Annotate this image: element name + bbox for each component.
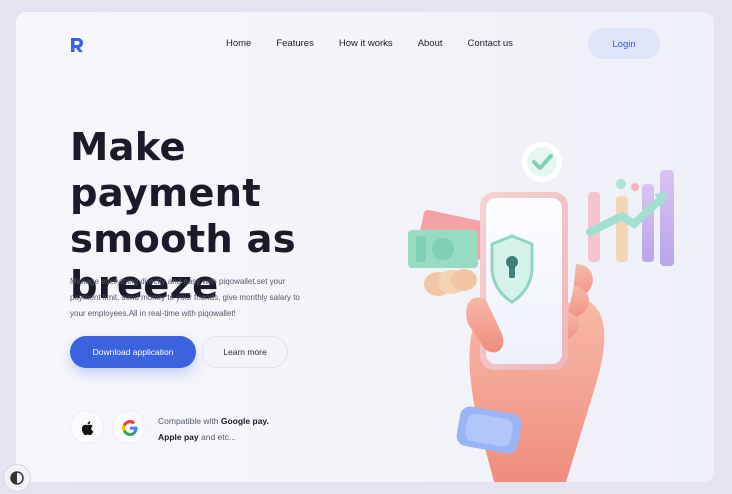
nav-item-features[interactable]: Features: [276, 38, 314, 49]
nav-item-home[interactable]: Home: [226, 38, 251, 49]
headline-line: smooth as: [70, 217, 296, 262]
nav-item-about[interactable]: About: [418, 38, 443, 49]
google-store-badge[interactable]: [112, 410, 146, 444]
compat-app-1: Google pay.: [220, 416, 269, 426]
checkmark-icon: [522, 142, 562, 182]
hero-description: Manage everything directly and easy with…: [70, 274, 340, 322]
google-icon: [122, 420, 138, 436]
compatibility-text: Compatible with Google pay. Apple pay an…: [158, 413, 269, 445]
coins-icon: [424, 269, 477, 296]
description-line: Manage everything directly and easy with…: [70, 277, 286, 286]
hero-illustration: [408, 142, 674, 482]
learn-more-button[interactable]: Learn more: [202, 336, 288, 368]
apple-icon: [81, 421, 94, 436]
description-line: your employees.All in real-time with piq…: [70, 309, 236, 318]
headline-line: Make payment: [70, 125, 261, 216]
compat-prefix: Compatible with: [158, 416, 219, 426]
download-application-button[interactable]: Download application: [70, 336, 196, 368]
nav-item-how-it-works[interactable]: How it works: [339, 38, 393, 49]
logo-icon: [71, 37, 84, 52]
page-frame: Home Features How it works About Contact…: [16, 12, 714, 482]
theme-toggle-icon: [10, 471, 24, 485]
brand-logo[interactable]: [68, 36, 138, 54]
compat-suffix: and etc...: [201, 432, 236, 442]
description-line: payment limit, send money to your friend…: [70, 293, 300, 302]
theme-toggle[interactable]: [3, 464, 31, 492]
bar-chart-icon: [586, 170, 674, 266]
compat-app-2: Apple pay: [158, 432, 199, 442]
nav-item-contact[interactable]: Contact us: [468, 38, 513, 49]
main-nav: Home Features How it works About Contact…: [226, 38, 538, 49]
login-button[interactable]: Login: [588, 28, 660, 59]
apple-store-badge[interactable]: [70, 410, 104, 444]
